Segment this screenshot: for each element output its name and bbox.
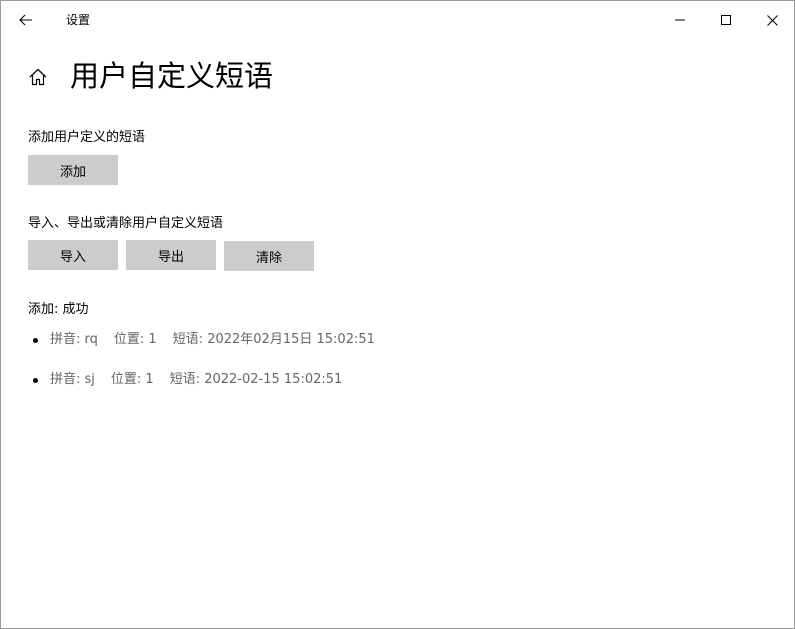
bullet-icon (33, 337, 38, 343)
window-title: 设置 (66, 13, 91, 27)
title-bar: 设置 (1, 1, 794, 39)
import-button[interactable]: 导入 (28, 240, 118, 270)
settings-window: 设置 用户自定义短语 添加用户定义的短语 添加 导入、导出或清除用户自定义短语 … (0, 0, 795, 629)
maximize-button[interactable] (703, 1, 749, 39)
home-button[interactable] (27, 66, 49, 88)
io-section-label: 导入、导出或清除用户自定义短语 (28, 216, 224, 231)
back-arrow-icon (19, 14, 32, 26)
maximize-icon (721, 15, 731, 25)
minimize-icon (675, 19, 685, 21)
entry-phrase: 短语: 2022-02-15 15:02:51 (169, 372, 343, 387)
close-icon (766, 14, 778, 26)
list-item: 拼音: sj 位置: 1 短语: 2022-02-15 15:02:51 (33, 371, 342, 389)
back-button[interactable] (11, 6, 41, 34)
clear-button[interactable]: 清除 (224, 241, 314, 271)
close-button[interactable] (749, 1, 795, 39)
list-item: 拼音: rq 位置: 1 短语: 2022年02月15日 15:02:51 (33, 331, 375, 349)
export-button[interactable]: 导出 (126, 240, 216, 270)
minimize-button[interactable] (657, 1, 703, 39)
add-button[interactable]: 添加 (28, 155, 118, 185)
status-text: 添加: 成功 (28, 302, 89, 317)
bullet-icon (33, 377, 38, 383)
entry-pinyin: 拼音: rq (50, 332, 98, 347)
add-section-label: 添加用户定义的短语 (28, 130, 146, 145)
page-title: 用户自定义短语 (70, 59, 274, 93)
entry-phrase: 短语: 2022年02月15日 15:02:51 (172, 332, 375, 347)
entry-pinyin: 拼音: sj (50, 372, 95, 387)
entry-position: 位置: 1 (110, 372, 154, 387)
entry-position: 位置: 1 (113, 332, 157, 347)
home-icon (29, 68, 47, 86)
